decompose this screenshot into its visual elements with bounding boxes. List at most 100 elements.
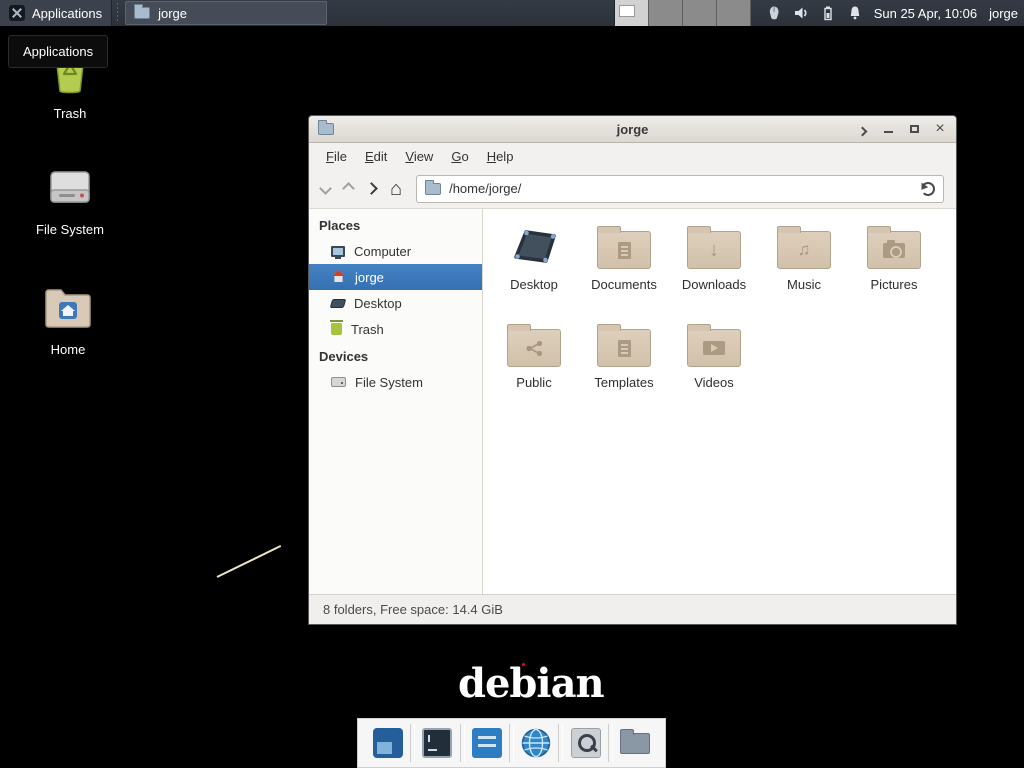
panel-separator <box>114 3 121 23</box>
downloads-folder-icon: ↓ <box>687 231 741 269</box>
list-panel-icon <box>472 728 502 758</box>
terminal-icon <box>422 728 452 758</box>
username-action[interactable]: jorge <box>989 6 1018 21</box>
sidebar-item-label: Computer <box>354 244 411 259</box>
music-folder-icon: ♫ <box>777 231 831 269</box>
sidebar-item-desktop[interactable]: Desktop <box>309 290 482 316</box>
applications-tooltip: Applications <box>8 35 108 68</box>
sidebar-item-jorge[interactable]: jorge <box>309 264 482 290</box>
launcher-browser[interactable] <box>518 725 554 761</box>
workspace-1[interactable] <box>615 0 649 26</box>
template-emblem-icon <box>618 340 631 357</box>
maximize-button[interactable] <box>907 122 921 136</box>
volume-icon[interactable] <box>792 4 810 22</box>
launcher-panels[interactable] <box>469 725 505 761</box>
notifications-bell-icon[interactable] <box>846 4 864 22</box>
menu-edit[interactable]: Edit <box>356 145 396 168</box>
folder-icon <box>620 733 650 754</box>
dock-separator <box>410 724 415 762</box>
desktop-icon-label: Trash <box>54 106 87 121</box>
folder-item-downloads[interactable]: ↓ Downloads <box>669 217 759 315</box>
home-button[interactable]: ⌂ <box>390 179 402 199</box>
sidebar-item-trash[interactable]: Trash <box>309 316 482 342</box>
path-text: /home/jorge/ <box>449 181 521 196</box>
folder-icon <box>134 7 150 19</box>
menu-go[interactable]: Go <box>442 145 477 168</box>
desktop-icon-label: Home <box>51 342 86 357</box>
documents-folder-icon <box>597 231 651 269</box>
folder-item-label: Documents <box>591 277 657 292</box>
desktop-icon-home[interactable]: Home <box>20 286 116 357</box>
launcher-appfinder[interactable] <box>568 725 604 761</box>
taskbar-button-jorge[interactable]: jorge <box>125 1 327 25</box>
launcher-files[interactable] <box>617 725 653 761</box>
sidebar-item-label: Desktop <box>354 296 402 311</box>
path-bar[interactable]: /home/jorge/ <box>416 175 944 203</box>
music-note-emblem-icon: ♫ <box>798 241 811 259</box>
folder-item-pictures[interactable]: Pictures <box>849 217 939 315</box>
red-home-icon <box>331 269 346 286</box>
close-button[interactable]: × <box>933 122 947 136</box>
dock-separator <box>460 724 465 762</box>
file-list: Desktop Documents ↓ Downloads ♫ Music Pi… <box>483 209 956 594</box>
desktop-settings-icon <box>373 728 403 758</box>
folder-item-label: Downloads <box>682 277 746 292</box>
desktop-icon <box>330 299 347 308</box>
folder-item-label: Templates <box>594 375 653 390</box>
menu-view[interactable]: View <box>396 145 442 168</box>
folder-icon <box>425 183 441 195</box>
workspace-2[interactable] <box>649 0 683 26</box>
minimize-button[interactable] <box>881 122 895 136</box>
folder-item-public[interactable]: Public <box>489 315 579 413</box>
magnifier-icon <box>571 728 601 758</box>
titlebar[interactable]: jorge × <box>309 116 956 143</box>
launcher-terminal[interactable] <box>419 725 455 761</box>
folder-item-videos[interactable]: Videos <box>669 315 759 413</box>
menu-help[interactable]: Help <box>478 145 523 168</box>
applications-menu-label: Applications <box>32 6 102 21</box>
file-manager-window: jorge × File Edit View Go Help ⌂ /home/j… <box>308 115 957 625</box>
sidebar-item-computer[interactable]: Computer <box>309 238 482 264</box>
folder-item-music[interactable]: ♫ Music <box>759 217 849 315</box>
folder-item-label: Pictures <box>871 277 918 292</box>
chevron-up-icon <box>857 126 867 136</box>
public-folder-icon <box>507 329 561 367</box>
folder-item-label: Desktop <box>510 277 558 292</box>
folder-item-templates[interactable]: Templates <box>579 315 669 413</box>
up-button[interactable] <box>367 180 376 198</box>
battery-icon[interactable] <box>819 4 837 22</box>
workspace-4[interactable] <box>717 0 751 26</box>
top-panel: Applications jorge <box>0 0 1024 26</box>
folder-item-desktop[interactable]: Desktop <box>489 217 579 315</box>
workspace-3[interactable] <box>683 0 717 26</box>
applications-menu-icon <box>9 5 25 21</box>
chevron-right-icon <box>342 182 355 195</box>
mouse-icon[interactable] <box>765 4 783 22</box>
launcher-desktop[interactable] <box>370 725 406 761</box>
workspace-switcher <box>614 0 751 26</box>
trash-icon <box>331 323 342 335</box>
templates-folder-icon <box>597 329 651 367</box>
forward-button[interactable] <box>344 180 353 198</box>
hard-drive-icon <box>331 377 346 387</box>
desktop-icon-label: File System <box>36 222 104 237</box>
menu-file[interactable]: File <box>317 145 356 168</box>
dock-separator <box>558 724 563 762</box>
back-button[interactable] <box>321 180 330 198</box>
debian-wordmark-text: debian <box>458 660 604 707</box>
statusbar: 8 folders, Free space: 14.4 GiB <box>309 594 956 624</box>
sidebar-item-filesystem[interactable]: File System <box>309 369 482 395</box>
desktop-icon-filesystem[interactable]: File System <box>22 164 118 237</box>
shade-button[interactable] <box>855 122 869 136</box>
taskbar-window-label: jorge <box>158 6 187 21</box>
applications-menu-button[interactable]: Applications <box>0 0 112 26</box>
folder-item-documents[interactable]: Documents <box>579 217 669 315</box>
hard-drive-icon <box>47 164 93 215</box>
clock[interactable]: Sun 25 Apr, 10:06 <box>874 6 977 21</box>
document-emblem-icon <box>618 242 631 259</box>
reload-button[interactable] <box>921 182 935 196</box>
computer-icon <box>331 246 345 257</box>
menubar: File Edit View Go Help <box>309 143 956 169</box>
places-header: Places <box>309 211 482 238</box>
status-text: 8 folders, Free space: 14.4 GiB <box>323 602 503 617</box>
